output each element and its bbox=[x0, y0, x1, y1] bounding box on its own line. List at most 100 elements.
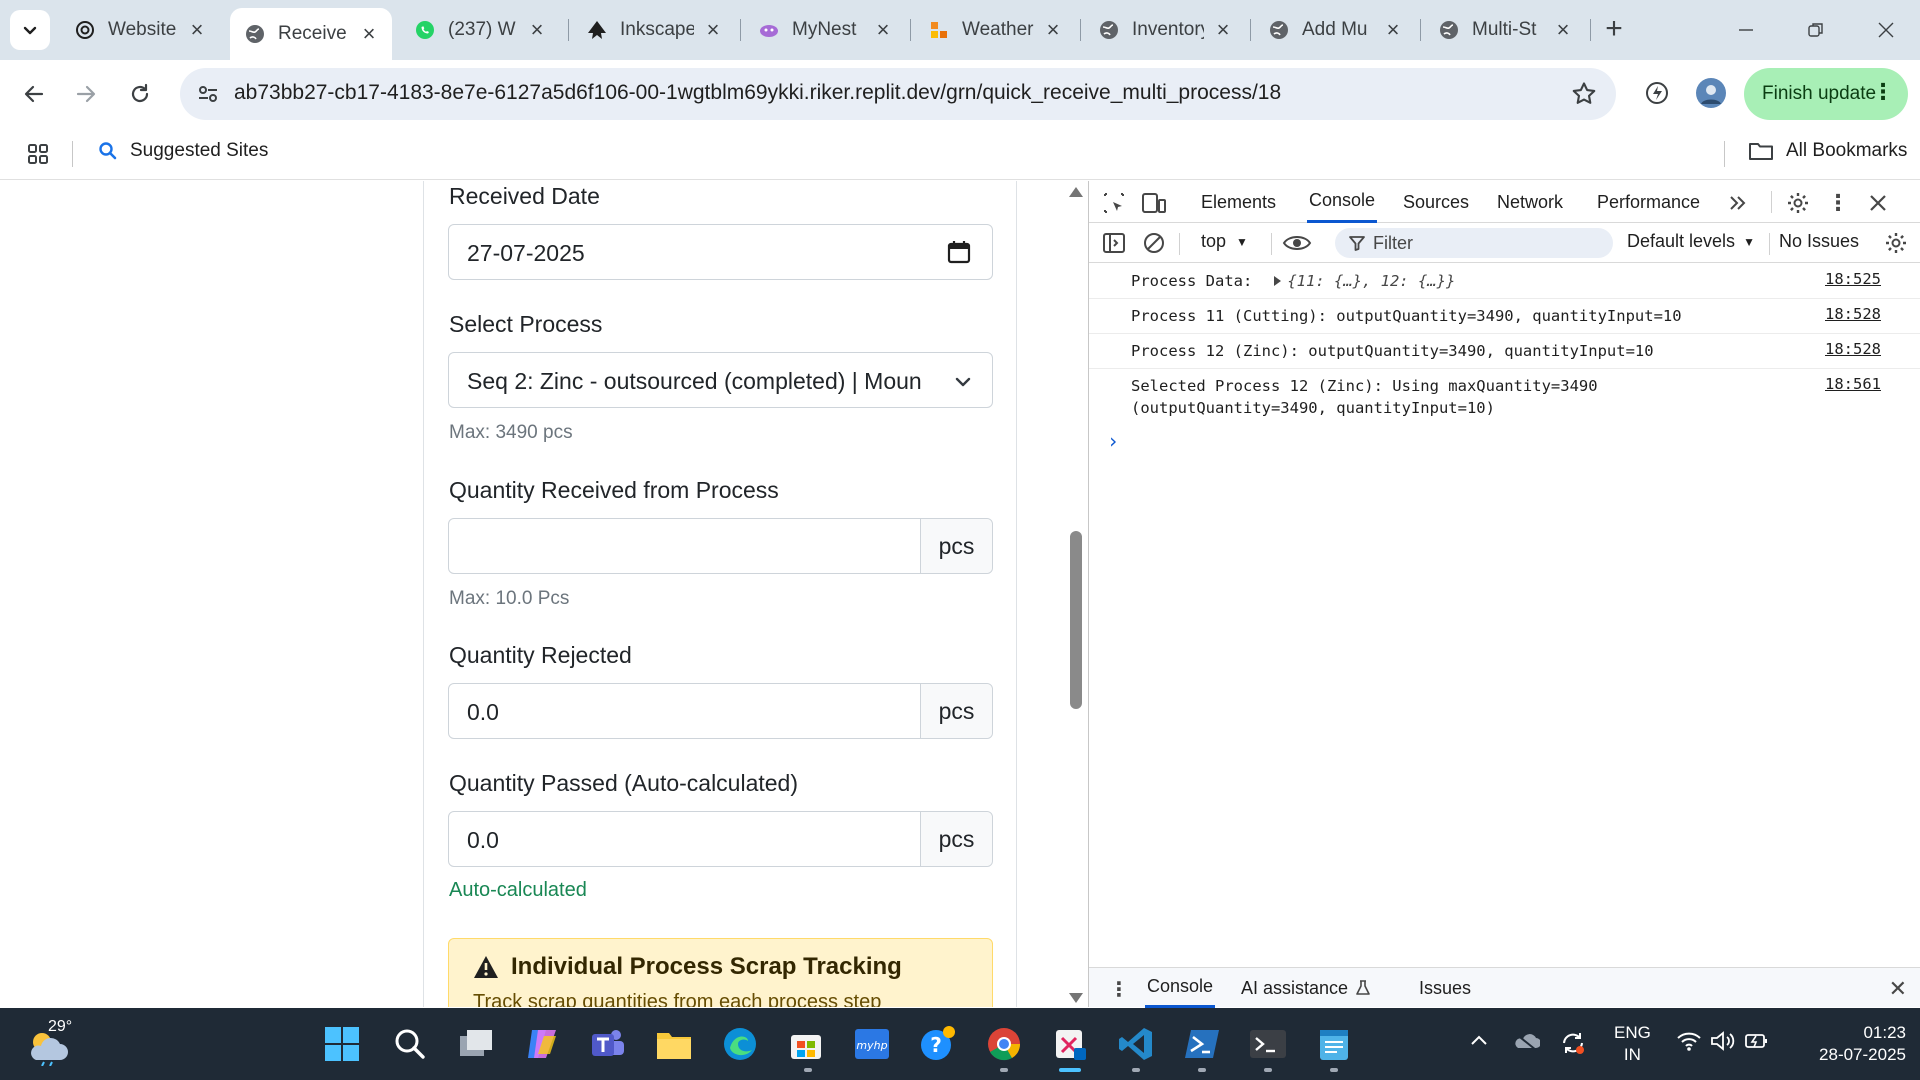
forward-button[interactable] bbox=[66, 74, 106, 114]
qty-rejected-input[interactable]: 0.0 pcs bbox=[448, 683, 993, 739]
address-bar[interactable]: ab73bb27-cb17-4183-8e7e-6127a5d6f106-00-… bbox=[180, 68, 1616, 120]
more-vertical-icon[interactable]: ⋮ bbox=[1872, 81, 1894, 103]
bookmark-suggested-sites[interactable]: Suggested Sites bbox=[98, 140, 268, 162]
apps-grid-icon[interactable] bbox=[26, 142, 50, 166]
close-icon[interactable]: × bbox=[1382, 19, 1404, 41]
close-icon[interactable]: × bbox=[872, 19, 894, 41]
log-source-link[interactable]: 18:525 bbox=[1825, 270, 1881, 288]
log-object-preview[interactable]: {11: {…}, 12: {…}} bbox=[1287, 272, 1455, 290]
scroll-thumb[interactable] bbox=[1070, 531, 1082, 709]
tab-inkscape[interactable]: Inkscape × bbox=[572, 8, 736, 52]
tab-receive[interactable]: Receive × bbox=[230, 8, 392, 60]
snipping-tool-icon[interactable] bbox=[1050, 1024, 1090, 1064]
tab-search-button[interactable] bbox=[10, 10, 50, 50]
devtools-tab-elements[interactable]: Elements bbox=[1201, 181, 1276, 223]
close-icon[interactable]: × bbox=[702, 19, 724, 41]
tab-inventory[interactable]: Inventory × bbox=[1084, 8, 1246, 52]
close-icon[interactable]: × bbox=[186, 19, 208, 41]
sync-icon[interactable] bbox=[1560, 1030, 1586, 1062]
close-window-button[interactable] bbox=[1866, 12, 1906, 48]
select-process-dropdown[interactable]: Seq 2: Zinc - outsourced (completed) | M… bbox=[448, 352, 993, 408]
qty-received-input[interactable]: pcs bbox=[448, 518, 993, 574]
wifi-icon[interactable] bbox=[1676, 1030, 1702, 1058]
console-filter-input[interactable]: Filter bbox=[1335, 228, 1613, 258]
reload-button[interactable] bbox=[120, 74, 160, 114]
edge-icon[interactable] bbox=[720, 1024, 760, 1064]
close-icon[interactable]: × bbox=[358, 23, 380, 45]
device-toolbar-icon[interactable] bbox=[1141, 190, 1167, 216]
devtools-tab-sources[interactable]: Sources bbox=[1403, 181, 1469, 223]
scroll-up-arrow[interactable] bbox=[1069, 187, 1083, 197]
new-tab-button[interactable]: + bbox=[1596, 12, 1632, 48]
drawer-tab-issues[interactable]: Issues bbox=[1419, 968, 1471, 1008]
page-scrollbar[interactable] bbox=[1064, 181, 1088, 1007]
microsoft-store-icon[interactable] bbox=[786, 1024, 826, 1064]
back-button[interactable] bbox=[14, 74, 54, 114]
more-vertical-icon[interactable]: ⋮ bbox=[1825, 190, 1851, 216]
more-tabs-icon[interactable] bbox=[1725, 190, 1751, 216]
devtools-tab-performance[interactable]: Performance bbox=[1597, 181, 1700, 223]
issues-counter[interactable]: No Issues bbox=[1779, 231, 1859, 252]
site-settings-icon[interactable] bbox=[196, 82, 220, 106]
notepad-icon[interactable] bbox=[1314, 1024, 1354, 1064]
log-levels-dropdown[interactable]: Default levels ▼ bbox=[1627, 231, 1755, 252]
tab-mynest[interactable]: MyNest × bbox=[744, 8, 906, 52]
all-bookmarks-button[interactable]: All Bookmarks bbox=[1748, 140, 1907, 162]
expand-triangle-icon[interactable] bbox=[1274, 276, 1282, 286]
log-source-link[interactable]: 18:528 bbox=[1825, 305, 1881, 323]
gear-icon[interactable] bbox=[1785, 190, 1811, 216]
language-indicator[interactable]: ENG IN bbox=[1614, 1022, 1651, 1066]
tab-whatsapp[interactable]: (237) W × bbox=[400, 8, 560, 52]
log-source-link[interactable]: 18:528 bbox=[1825, 340, 1881, 358]
profile-avatar[interactable] bbox=[1694, 76, 1728, 110]
search-icon[interactable] bbox=[390, 1024, 430, 1064]
file-explorer-icon[interactable] bbox=[654, 1024, 694, 1064]
windows-start-icon[interactable] bbox=[322, 1024, 362, 1064]
copilot-icon[interactable] bbox=[522, 1024, 562, 1064]
context-selector[interactable]: top ▼ bbox=[1201, 231, 1248, 252]
more-vertical-icon[interactable]: ⋮ bbox=[1109, 977, 1129, 1002]
teams-icon[interactable] bbox=[588, 1024, 628, 1064]
tab-add-mu[interactable]: Add Mu × bbox=[1254, 8, 1416, 52]
qty-passed-input[interactable]: 0.0 pcs bbox=[448, 811, 993, 867]
close-icon[interactable]: × bbox=[526, 19, 548, 41]
chevron-up-icon[interactable] bbox=[1468, 1030, 1490, 1058]
tab-website[interactable]: Website × bbox=[60, 8, 220, 52]
clear-console-icon[interactable] bbox=[1141, 230, 1167, 256]
url-text[interactable]: ab73bb27-cb17-4183-8e7e-6127a5d6f106-00-… bbox=[234, 81, 1281, 105]
tab-weather[interactable]: Weather × bbox=[914, 8, 1076, 52]
myhp-icon[interactable]: myhp bbox=[852, 1024, 892, 1064]
finish-update-button[interactable]: Finish update ⋮ bbox=[1744, 68, 1908, 120]
vscode-icon[interactable] bbox=[1116, 1024, 1156, 1064]
log-source-link[interactable]: 18:561 bbox=[1825, 375, 1881, 393]
volume-icon[interactable] bbox=[1710, 1030, 1736, 1058]
system-clock[interactable]: 01:23 28-07-2025 bbox=[1796, 1022, 1906, 1066]
scroll-down-arrow[interactable] bbox=[1069, 993, 1083, 1003]
tab-multi-st[interactable]: Multi-St × bbox=[1424, 8, 1586, 52]
chrome-icon[interactable] bbox=[984, 1024, 1024, 1064]
close-devtools-icon[interactable] bbox=[1865, 190, 1891, 216]
calendar-icon[interactable] bbox=[946, 239, 972, 265]
battery-icon[interactable] bbox=[1744, 1030, 1770, 1058]
task-view-icon[interactable] bbox=[456, 1024, 496, 1064]
get-help-icon[interactable]: ? bbox=[918, 1024, 958, 1064]
inspect-element-icon[interactable] bbox=[1101, 190, 1127, 216]
eye-icon[interactable] bbox=[1281, 230, 1313, 256]
close-drawer-icon[interactable]: ✕ bbox=[1889, 976, 1907, 1002]
terminal-icon[interactable] bbox=[1248, 1024, 1288, 1064]
devtools-tab-network[interactable]: Network bbox=[1497, 181, 1563, 223]
drawer-tab-console[interactable]: Console bbox=[1145, 968, 1216, 1008]
received-date-input[interactable]: 27-07-2025 bbox=[448, 224, 993, 280]
sidebar-toggle-icon[interactable] bbox=[1101, 230, 1127, 256]
close-icon[interactable]: × bbox=[1042, 19, 1064, 41]
powershell-icon[interactable] bbox=[1182, 1024, 1222, 1064]
console-settings-icon[interactable] bbox=[1883, 230, 1909, 256]
performance-icon[interactable] bbox=[1640, 76, 1674, 110]
close-icon[interactable]: × bbox=[1212, 19, 1234, 41]
devtools-tab-console[interactable]: Console bbox=[1307, 181, 1378, 223]
console-prompt[interactable]: › bbox=[1107, 429, 1119, 453]
bookmark-star-icon[interactable] bbox=[1570, 80, 1598, 108]
drawer-tab-ai-assistance[interactable]: AI assistance bbox=[1241, 968, 1370, 1008]
restore-button[interactable] bbox=[1796, 12, 1836, 48]
onedrive-icon[interactable] bbox=[1512, 1030, 1541, 1058]
